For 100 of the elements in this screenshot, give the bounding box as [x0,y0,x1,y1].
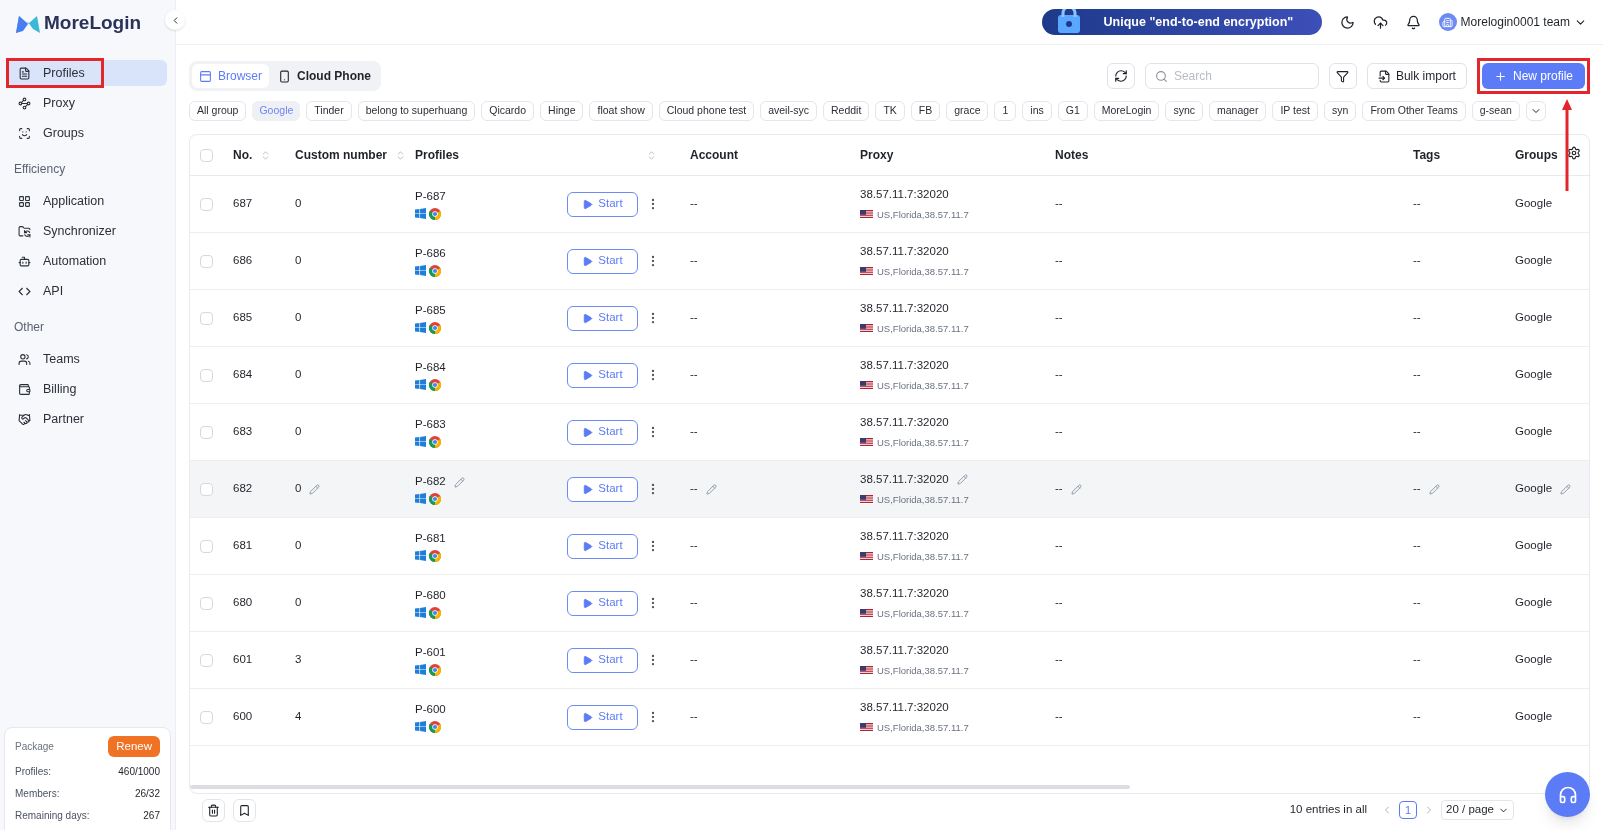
nav-item[interactable]: Groups [8,120,167,146]
settings-icon[interactable] [1567,146,1581,160]
proxy-location: US,Florida,38.57.11.7 [877,663,969,678]
bookmark-button[interactable] [233,798,256,822]
page-size-select[interactable]: 20 / page [1441,800,1514,820]
checkbox[interactable] [200,425,213,439]
table-cell-text: 0 [295,424,302,440]
start-button[interactable]: Start [567,362,638,388]
tab[interactable]: Browser [192,64,269,88]
nav-item[interactable]: Billing [8,376,167,402]
group-chip[interactable]: IP test [1272,101,1319,121]
start-button[interactable]: Start [567,305,638,331]
checkbox[interactable] [200,482,213,496]
edit-icon[interactable] [1428,483,1440,495]
play-icon [582,312,594,324]
filter-button[interactable] [1328,63,1357,89]
group-chip[interactable]: float show [589,101,653,121]
group-chip[interactable]: From Other Teams [1362,101,1466,121]
checkbox[interactable] [200,653,213,667]
group-chip[interactable]: Tinder [306,101,352,121]
checkbox[interactable] [200,368,213,382]
checkbox[interactable] [200,710,213,724]
table-cell-text: 683 [232,424,254,440]
group-chip[interactable]: All group [189,101,247,121]
group-chip[interactable]: 1 [994,101,1017,121]
checkbox[interactable] [200,596,213,610]
group-chip[interactable]: sync [1165,101,1203,121]
start-button[interactable]: Start [567,704,638,730]
edit-icon[interactable] [309,483,321,495]
moon-icon[interactable] [1339,14,1355,30]
group-chip[interactable]: grace [946,101,989,121]
collapse-button[interactable] [165,10,185,30]
group-chip[interactable]: syn [1324,101,1357,121]
group-chip[interactable]: g-sean [1471,101,1520,121]
nav-item[interactable]: Proxy [8,90,167,116]
table-cell-text: 684 [232,367,254,383]
new-profile-button[interactable]: New profile [1481,63,1585,89]
start-button[interactable]: Start [567,476,638,502]
group-chip[interactable]: Qicardo [481,101,535,121]
group-chip[interactable]: G1 [1057,101,1088,121]
delete-button[interactable] [202,798,225,822]
nav-icon [18,224,31,238]
group-chip[interactable]: manager [1209,101,1267,121]
bulk-import-button[interactable]: Bulk import [1366,63,1467,89]
support-button[interactable] [1545,772,1590,817]
edit-icon[interactable] [1070,483,1082,495]
checkbox[interactable] [200,539,213,553]
proxy-address: 38.57.11.7:32020 [860,187,949,203]
checkbox[interactable] [200,197,213,211]
edit-icon[interactable] [1560,483,1572,495]
start-button[interactable]: Start [567,248,638,274]
refresh-button[interactable] [1106,63,1135,89]
group-chip[interactable]: MoreLogin [1093,101,1160,121]
scrollbar[interactable] [190,785,1130,789]
nav-item[interactable]: Application [8,188,167,214]
start-button[interactable]: Start [567,647,638,673]
page-button[interactable]: 1 [1399,801,1418,819]
table-cell-text: -- [690,595,698,611]
flag-icon [860,666,873,676]
group-chip[interactable]: Reddit [823,101,870,121]
checkbox[interactable] [200,311,213,325]
more-groups-button[interactable] [1525,101,1546,121]
group-chip[interactable]: TK [875,101,905,121]
nav-item[interactable]: Partner [8,406,167,432]
nav-item[interactable]: Teams [8,346,167,372]
checkbox[interactable] [200,254,213,268]
edit-icon[interactable] [705,483,717,495]
group-chip[interactable]: Hinge [540,101,584,121]
tab[interactable]: Cloud Phone [271,64,378,88]
proxy-location: US,Florida,38.57.11.7 [877,492,969,507]
checkbox[interactable] [200,148,213,162]
section-label: Efficiency [13,161,67,178]
nav-item[interactable]: Synchronizer [8,218,167,244]
edit-icon[interactable] [453,476,465,488]
start-button[interactable]: Start [567,533,638,559]
group-chip[interactable]: ins [1022,101,1052,121]
group-chip[interactable]: aveil-syc [760,101,817,121]
upload-icon[interactable] [1372,14,1388,30]
start-button[interactable]: Start [567,590,638,616]
sort-icon[interactable] [395,149,406,161]
bell-icon[interactable] [1405,14,1421,30]
nav-item[interactable]: Profiles [8,60,167,86]
start-button[interactable]: Start [567,191,638,217]
search-field[interactable]: Search [1144,63,1319,89]
nav-item[interactable]: API [8,278,167,304]
package-label: Members: [15,787,60,801]
table-cell-text: -- [1055,538,1063,554]
group-chip[interactable]: FB [910,101,941,121]
edit-icon[interactable] [956,474,968,486]
sort-icon[interactable] [646,149,657,161]
trash-icon [207,803,220,817]
team-name[interactable]: Morelogin0001 team [1460,13,1570,31]
promo-banner[interactable]: Unique "end-to-end encryption" [1041,9,1322,35]
nav-icon [18,254,31,268]
group-chip[interactable]: Cloud phone test [658,101,755,121]
start-button[interactable]: Start [567,419,638,445]
flag-icon [860,210,873,220]
flag-icon [860,267,873,277]
nav-item[interactable]: Automation [8,248,167,274]
group-chip[interactable]: belong to superhuang [357,101,476,121]
